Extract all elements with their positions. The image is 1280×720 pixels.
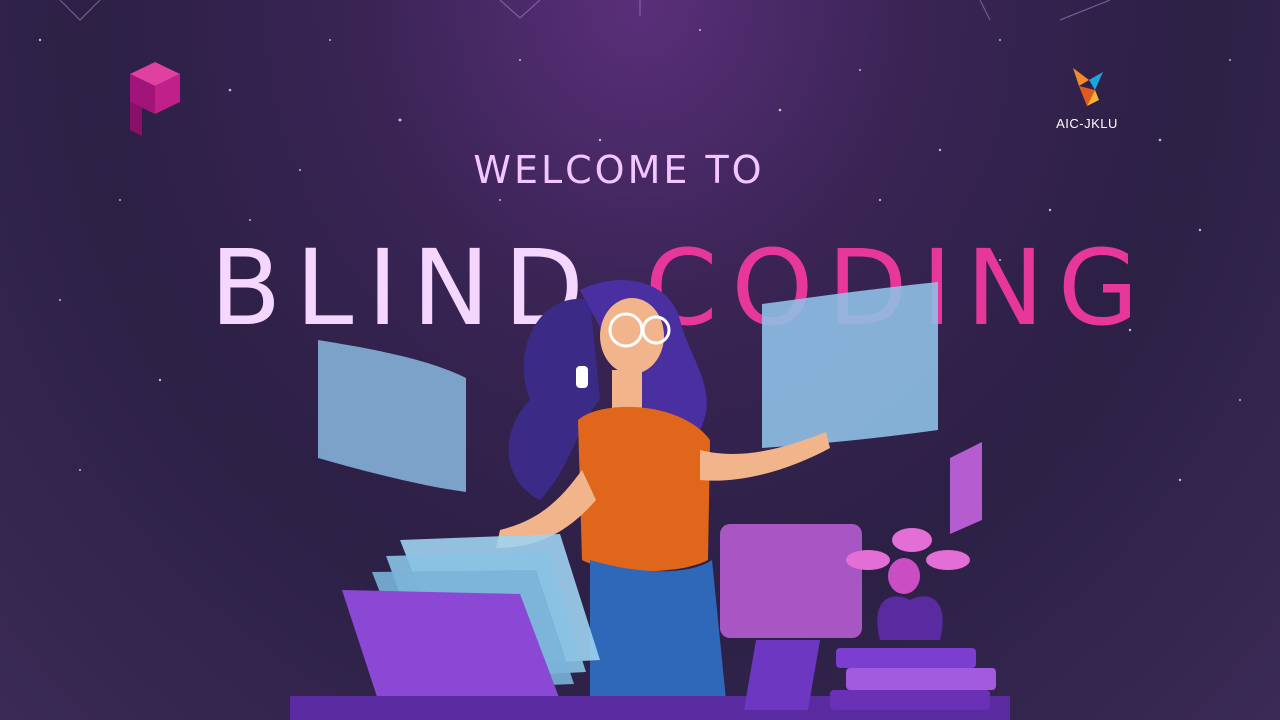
floating-screen-purple [720,524,862,638]
floating-screen-right [762,282,938,448]
floating-screen-left [318,340,466,492]
coder-illustration [290,280,1010,720]
floating-screen-small [950,442,982,534]
